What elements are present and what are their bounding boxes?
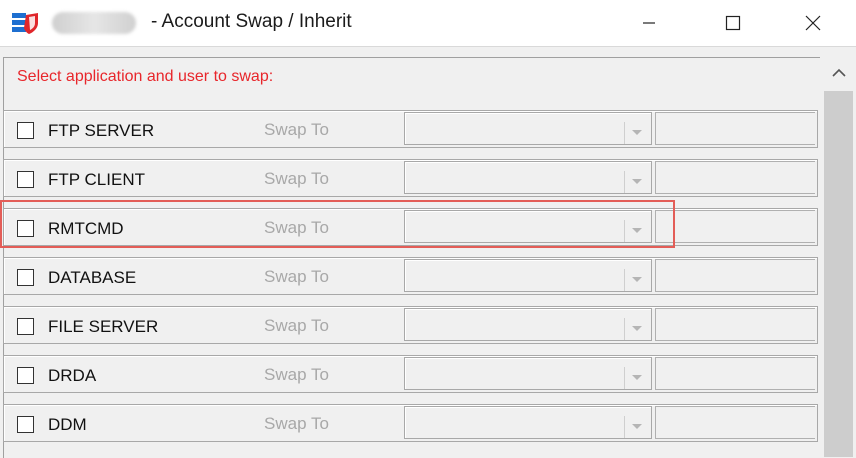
chevron-down-icon [624,416,649,438]
chevron-down-icon [624,122,649,144]
app-label: FTP CLIENT [48,170,145,189]
ftp-server-checkbox[interactable] [17,122,34,139]
scroll-thumb[interactable] [824,91,853,457]
swap-to-label: Swap To [264,169,329,188]
title-bar: - Account Swap / Inherit [0,0,856,47]
redacted-app-name [52,12,136,34]
row-spacer [655,161,815,194]
maximize-icon [725,15,741,31]
app-label: DRDA [48,366,97,385]
drda-user-select[interactable] [404,357,652,390]
minimize-button[interactable] [626,0,672,46]
chevron-up-icon [832,64,846,82]
chevron-down-icon [624,171,649,193]
swap-to-label: Swap To [264,316,329,335]
minimize-icon [642,16,656,30]
file-server-checkbox[interactable] [17,318,34,335]
swap-to-label: Swap To [264,218,329,237]
chevron-down-icon [624,367,649,389]
ftp-client-checkbox[interactable] [17,171,34,188]
app-label: DATABASE [48,268,137,287]
app-row-file-server: FILE SERVER Swap To [3,306,818,344]
app-row-ddm: DDM Swap To [3,404,818,442]
app-label: RMTCMD [48,219,124,238]
row-spacer [655,406,815,439]
database-checkbox[interactable] [17,269,34,286]
app-row-rmtcmd: RMTCMD Swap To [3,208,818,246]
swap-to-label: Swap To [264,365,329,384]
vertical-scrollbar[interactable] [822,57,856,457]
chevron-down-icon [624,318,649,340]
app-row-database: DATABASE Swap To [3,257,818,295]
shield-server-icon [11,10,41,36]
instruction-text: Select application and user to swap: [17,68,274,85]
close-button[interactable] [790,0,836,46]
row-spacer [655,210,815,243]
chevron-down-icon [624,269,649,291]
app-row-ftp-server: FTP SERVER Swap To [3,110,818,148]
app-label: FILE SERVER [48,317,159,336]
rmtcmd-user-select[interactable] [404,210,652,243]
ddm-user-select[interactable] [404,406,652,439]
app-row-drda: DRDA Swap To [3,355,818,393]
window-title: - Account Swap / Inherit [151,11,352,32]
database-user-select[interactable] [404,259,652,292]
row-spacer [655,259,815,292]
ddm-checkbox[interactable] [17,416,34,433]
drda-checkbox[interactable] [17,367,34,384]
app-row-ftp-client: FTP CLIENT Swap To [3,159,818,197]
app-label: DDM [48,415,87,434]
swap-to-label: Swap To [264,120,329,139]
app-label: FTP SERVER [48,121,155,140]
rmtcmd-checkbox[interactable] [17,220,34,237]
swap-to-label: Swap To [264,267,329,286]
file-server-user-select[interactable] [404,308,652,341]
close-icon [805,15,821,31]
row-spacer [655,112,815,145]
row-spacer [655,308,815,341]
ftp-client-user-select[interactable] [404,161,652,194]
row-spacer [655,357,815,390]
chevron-down-icon [624,220,649,242]
maximize-button[interactable] [710,0,756,46]
swap-to-label: Swap To [264,414,329,433]
scroll-up-button[interactable] [822,57,856,89]
dialog-content: Select application and user to swap: FTP… [0,46,856,458]
ftp-server-user-select[interactable] [404,112,652,145]
